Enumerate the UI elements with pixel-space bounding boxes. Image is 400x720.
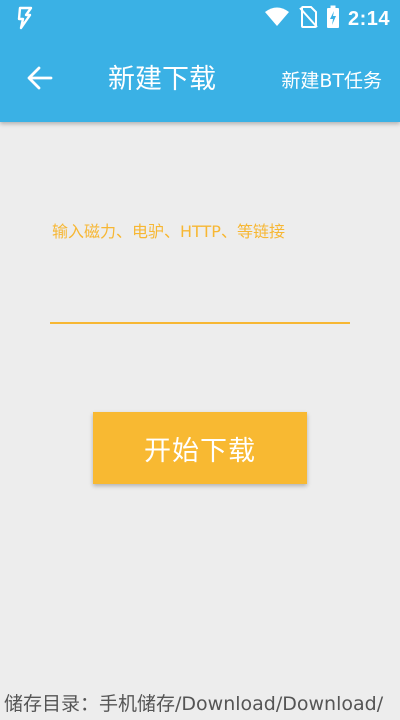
- toolbar: 新建下载 新建BT任务: [0, 38, 400, 122]
- wifi-icon: [264, 6, 290, 32]
- status-time: 2:14: [347, 7, 390, 30]
- new-bt-task-button[interactable]: 新建BT任务: [281, 64, 382, 98]
- no-sim-icon: [298, 5, 318, 33]
- storage-directory: 储存目录：手机储存/Download/Download/: [4, 693, 384, 715]
- back-button[interactable]: [18, 60, 62, 100]
- app-bar: 2:14 新建下载 新建BT任务: [0, 0, 400, 122]
- back-arrow-icon: [27, 66, 53, 94]
- link-input-label: 输入磁力、电驴、HTTP、等链接: [52, 222, 285, 241]
- page-title: 新建下载: [108, 64, 216, 95]
- battery-charging-icon: [326, 5, 340, 33]
- link-input[interactable]: [50, 250, 350, 324]
- status-icons: 2:14: [264, 5, 390, 33]
- app-bolt-icon: [14, 6, 36, 30]
- start-download-button[interactable]: 开始下载: [93, 412, 307, 484]
- status-bar: 2:14: [0, 0, 400, 38]
